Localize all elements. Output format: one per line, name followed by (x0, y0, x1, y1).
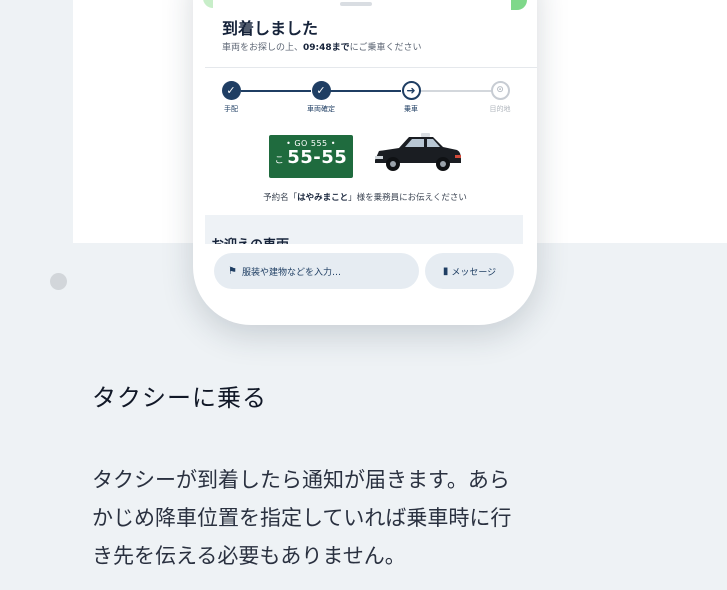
check-icon: ✓ (311, 81, 331, 100)
check-icon: ✓ (221, 81, 241, 100)
taxi-car-icon (375, 133, 461, 171)
step-vehicle-confirmed: ✓ 車両確定 (291, 81, 351, 114)
reservation-name: はやみまこと (297, 193, 349, 203)
arrow-right-icon: ➜ (401, 81, 421, 100)
description-line: かじめ降車位置を指定していれば乗車時に行 (92, 506, 512, 530)
plate-main: こ 55-55 (269, 147, 353, 168)
step-label: 乗車 (404, 105, 418, 113)
map-edge (511, 0, 527, 10)
sheet-drag-handle[interactable] (340, 2, 372, 6)
location-pin-icon: ⊙ (490, 81, 510, 100)
divider (205, 67, 537, 68)
location-input-placeholder: 服装や建物などを入力… (241, 267, 341, 278)
step-destination: ⊙ 目的地 (470, 81, 530, 114)
step-arrange: ✓ 手配 (201, 81, 261, 114)
license-plate: • GO 555 • こ 55-55 (269, 135, 353, 178)
step-label: 目的地 (489, 105, 511, 113)
reservation-note: 予約名「はやみまこと」様を乗務員にお伝えください (263, 193, 467, 203)
map-edge-left (203, 0, 213, 8)
step-boarding: ➜ 乗車 (381, 81, 441, 114)
message-button[interactable]: ▮ メッセージ (425, 253, 514, 289)
plate-number: 55-55 (287, 147, 348, 168)
flag-icon: ⚑ (228, 265, 237, 277)
feature-description: タクシーが到着したら通知が届きます。あら かじめ降車位置を指定していれば乗車時に… (92, 461, 652, 575)
description-line: き先を伝える必要もありません。 (92, 544, 406, 568)
carousel-dot[interactable] (50, 273, 67, 290)
message-button-label: メッセージ (451, 267, 497, 278)
arrival-subtitle: 車両をお探しの上、09:48までにご乗車ください (222, 43, 422, 53)
description-line: タクシーが到着したら通知が届きます。あら (92, 468, 510, 492)
arrival-deadline: 09:48まで (303, 43, 350, 53)
feature-heading: タクシーに乗る (92, 384, 267, 412)
arrival-title: 到着しました (222, 19, 319, 38)
phone-mockup: 到着しました 車両をお探しの上、09:48までにご乗車ください ✓ 手配 ✓ 車… (193, 0, 537, 325)
step-label: 手配 (224, 105, 238, 113)
plate-kana: こ (274, 156, 285, 166)
chat-icon: ▮ (442, 265, 449, 277)
location-detail-input[interactable]: ⚑ 服装や建物などを入力… (214, 253, 419, 289)
step-label: 車両確定 (307, 105, 335, 113)
